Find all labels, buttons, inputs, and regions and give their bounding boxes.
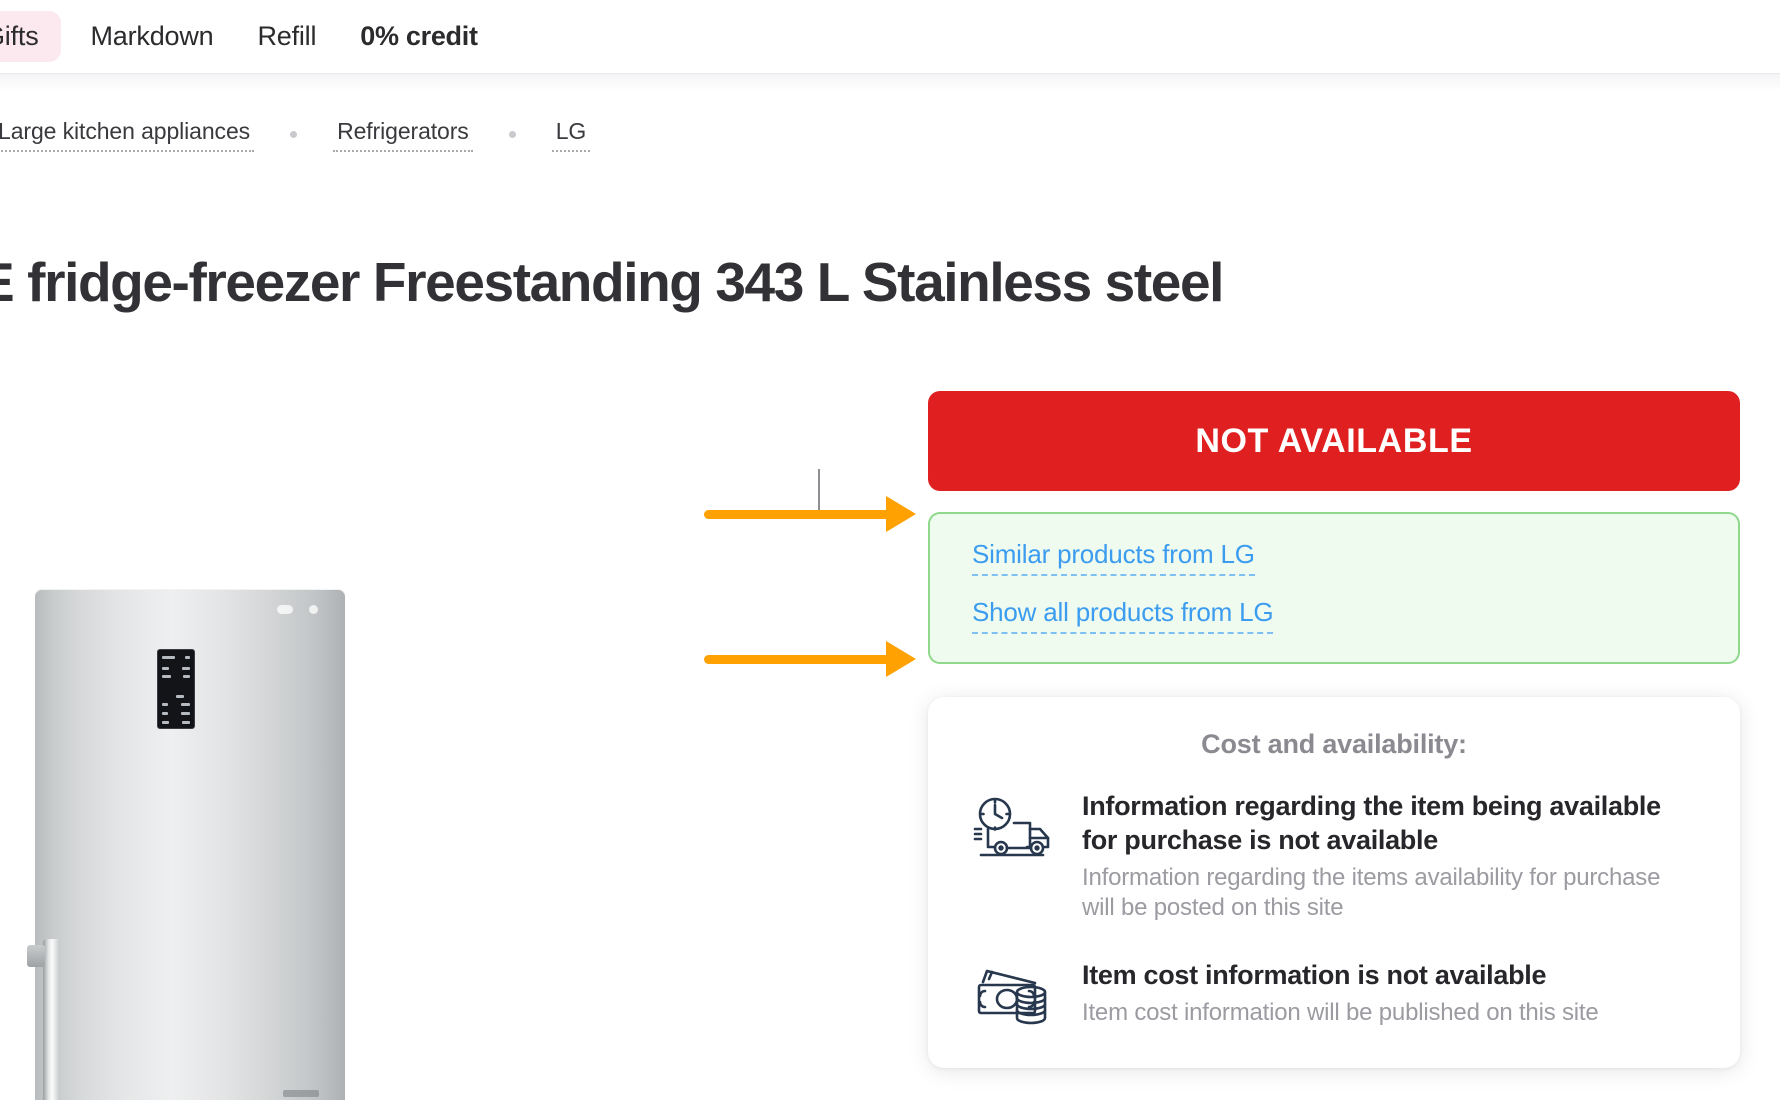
- breadcrumb-item-large-kitchen-appliances[interactable]: Large kitchen appliances: [0, 116, 255, 152]
- arrow-head: [886, 641, 916, 677]
- breadcrumb: Large kitchen appliances Refrigerators L…: [0, 116, 591, 152]
- tab-0-percent-credit[interactable]: 0% credit: [338, 11, 499, 62]
- annotation-arrow-to-not-available: [704, 496, 916, 532]
- cost-row-availability: Information regarding the item being ava…: [972, 790, 1696, 923]
- cost-row-heading: Item cost information is not available: [1082, 959, 1547, 990]
- arrow-shaft: [704, 655, 890, 664]
- purchase-panel: NOT AVAILABLE Similar products from LG S…: [928, 391, 1740, 1068]
- product-gallery: [0, 504, 410, 1100]
- breadcrumb-separator-dot: [290, 130, 298, 138]
- gallery-next-chevron-right-icon[interactable]: ›: [845, 1090, 862, 1100]
- arrow-shaft: [704, 510, 890, 519]
- fridge-top-vent-icon: [277, 605, 323, 615]
- product-image-fridge[interactable]: [27, 589, 345, 1100]
- page-body: Large kitchen appliances Refrigerators L…: [0, 74, 1780, 1100]
- cost-row-price: Item cost information is not available I…: [972, 959, 1696, 1028]
- breadcrumb-separator-dot: [508, 130, 516, 138]
- similar-products-box: Similar products from LG Show all produc…: [928, 512, 1740, 664]
- truck-clock-icon: [972, 790, 1058, 858]
- cost-row-text: Information regarding the item being ava…: [1082, 790, 1696, 923]
- annotation-arrow-to-similar-products: [704, 641, 916, 677]
- not-available-button[interactable]: NOT AVAILABLE: [928, 391, 1740, 491]
- fridge-brand-logo: [283, 1090, 319, 1097]
- breadcrumb-item-refrigerators[interactable]: Refrigerators: [333, 116, 473, 152]
- text-caret-marker: [818, 469, 820, 511]
- arrow-head: [886, 496, 916, 532]
- top-tab-bar: Gifts Markdown Refill 0% credit: [0, 0, 1780, 74]
- cost-card-title: Cost and availability:: [1201, 729, 1467, 759]
- cost-and-availability-card: Cost and availability: Information regar…: [928, 697, 1740, 1068]
- link-show-all-products-from-lg[interactable]: Show all products from LG: [972, 597, 1274, 634]
- link-similar-products-from-lg[interactable]: Similar products from LG: [972, 539, 1255, 576]
- cost-row-text: Item cost information is not available I…: [1082, 959, 1696, 1028]
- cost-row-heading: Information regarding the item being ava…: [1082, 791, 1661, 855]
- page-title: E fridge-freezer Freestanding 343 L Stai…: [0, 251, 1224, 313]
- cost-row-subtext: Information regarding the items availabi…: [1082, 863, 1661, 921]
- fridge-door-handle: [27, 939, 60, 1100]
- tab-refill[interactable]: Refill: [235, 11, 338, 62]
- breadcrumb-item-lg[interactable]: LG: [551, 116, 591, 152]
- money-cash-icon: [972, 959, 1058, 1025]
- tab-markdown[interactable]: Markdown: [69, 11, 236, 62]
- fridge-control-panel-icon: [157, 649, 195, 729]
- cost-row-subtext: Item cost information will be published …: [1082, 998, 1599, 1026]
- tab-gifts[interactable]: Gifts: [0, 11, 61, 62]
